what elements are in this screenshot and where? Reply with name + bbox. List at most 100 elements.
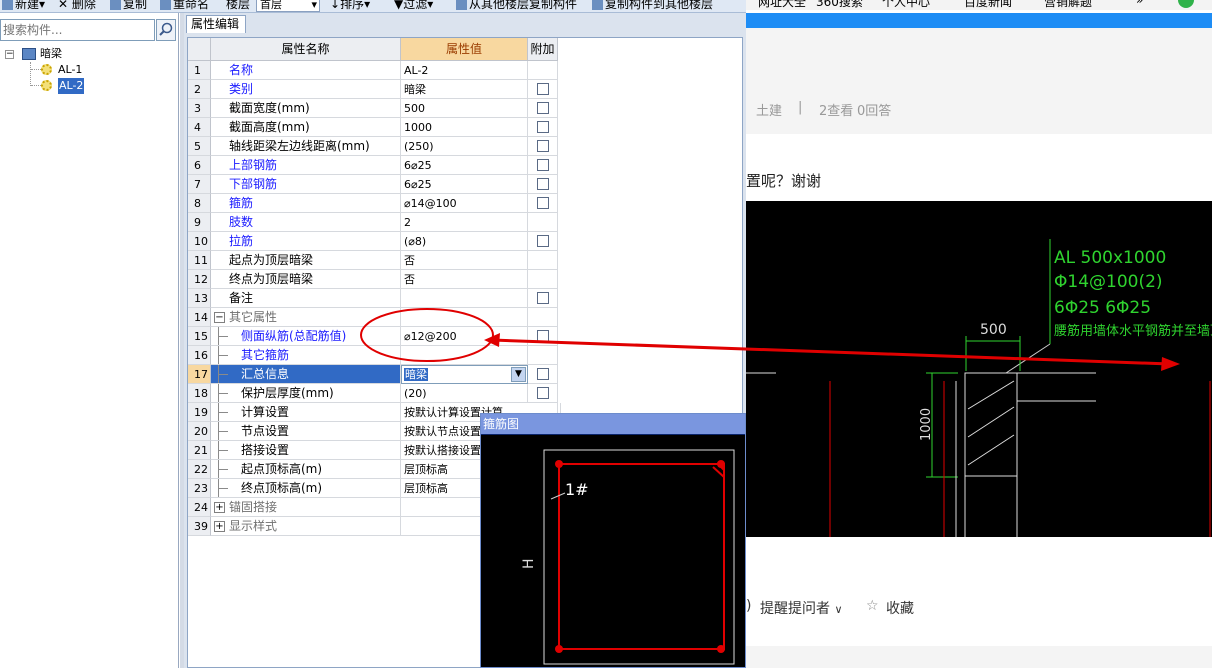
summary-select[interactable]: 暗梁 ▼ — [401, 365, 528, 384]
more-links[interactable]: » — [1136, 0, 1143, 7]
new-button[interactable]: 新建▾ — [2, 0, 45, 12]
attach-checkbox[interactable] — [537, 330, 549, 342]
property-name[interactable]: 备注 — [211, 289, 401, 308]
property-name[interactable]: 下部钢筋 — [211, 175, 401, 194]
attach-checkbox[interactable] — [537, 235, 549, 247]
delete-button[interactable]: ✕ 删除 — [58, 0, 96, 12]
attach-checkbox[interactable] — [537, 140, 549, 152]
attach-checkbox[interactable] — [537, 83, 549, 95]
collect-button[interactable]: 收藏 — [886, 598, 914, 618]
property-name[interactable]: 轴线距梁左边线距离(mm) — [211, 137, 401, 156]
table-row[interactable]: 11 起点为顶层暗梁 否 — [188, 251, 558, 270]
copy-button[interactable]: 复制 — [110, 0, 147, 12]
property-name[interactable]: 搭接设置 — [211, 441, 401, 460]
copy-to-floor-button[interactable]: 复制构件到其他楼层 — [592, 0, 713, 12]
chevron-down-icon[interactable]: ▼ — [511, 367, 526, 382]
table-row[interactable]: 2 类别 暗梁 — [188, 80, 558, 99]
property-value[interactable]: 6⌀25 — [401, 175, 528, 194]
table-row[interactable]: 14− 其它属性 — [188, 308, 558, 327]
property-name[interactable]: 侧面纵筋(总配筋值) — [211, 327, 401, 346]
collapse-toggle[interactable]: − — [5, 50, 14, 59]
property-name[interactable]: 其它箍筋 — [211, 346, 401, 365]
property-name[interactable]: 拉筋 — [211, 232, 401, 251]
search-input[interactable] — [0, 19, 155, 41]
property-name[interactable]: 汇总信息 — [211, 365, 401, 384]
table-row[interactable]: 4 截面高度(mm) 1000 — [188, 118, 558, 137]
table-row[interactable]: 10 拉筋 (⌀8) — [188, 232, 558, 251]
tree-root-label[interactable]: 暗梁 — [40, 46, 62, 62]
property-value[interactable]: ⌀12@200 — [401, 327, 528, 346]
property-name[interactable]: 名称 — [211, 61, 401, 80]
favorite-link[interactable]: 百度新闻 — [964, 0, 1012, 10]
property-value[interactable] — [401, 346, 528, 365]
property-name[interactable]: + 显示样式 — [211, 517, 401, 536]
property-value[interactable] — [401, 308, 528, 327]
table-row[interactable]: 18 保护层厚度(mm) (20) — [188, 384, 558, 403]
favorite-link[interactable]: 网址大全 — [758, 0, 806, 10]
table-row[interactable]: 6 上部钢筋 6⌀25 — [188, 156, 558, 175]
attach-checkbox[interactable] — [537, 178, 549, 190]
search-button[interactable] — [156, 19, 176, 41]
expand-icon[interactable]: + — [214, 521, 225, 532]
table-row[interactable]: 15 侧面纵筋(总配筋值) ⌀12@200 — [188, 327, 558, 346]
copy-from-floor-button[interactable]: 从其他楼层复制构件 — [456, 0, 577, 12]
sort-button[interactable]: ↓排序▾ — [330, 0, 370, 12]
table-row[interactable]: 5 轴线距梁左边线距离(mm) (250) — [188, 137, 558, 156]
tree-item-al-2[interactable]: AL-2 — [58, 78, 85, 94]
attach-checkbox[interactable] — [537, 102, 549, 114]
property-value[interactable]: 1000 — [401, 118, 528, 137]
property-name[interactable]: 节点设置 — [211, 422, 401, 441]
property-name[interactable]: 肢数 — [211, 213, 401, 232]
property-name[interactable]: − 其它属性 — [211, 308, 401, 327]
attach-checkbox[interactable] — [537, 292, 549, 304]
property-value[interactable]: 否 — [401, 251, 528, 270]
table-row[interactable]: 13 备注 — [188, 289, 558, 308]
remind-asker-button[interactable]: 提醒提问者 ∨ — [760, 598, 843, 618]
attach-checkbox[interactable] — [537, 121, 549, 133]
property-value[interactable]: (250) — [401, 137, 528, 156]
table-row[interactable]: 16 其它箍筋 — [188, 346, 558, 365]
attach-checkbox[interactable] — [537, 159, 549, 171]
property-name[interactable]: 终点顶标高(m) — [211, 479, 401, 498]
question-category[interactable]: 土建 — [756, 100, 782, 119]
property-value[interactable]: ⌀14@100 — [401, 194, 528, 213]
property-name[interactable]: 保护层厚度(mm) — [211, 384, 401, 403]
table-row[interactable]: 12 终点为顶层暗梁 否 — [188, 270, 558, 289]
cad-drawing-image[interactable]: AL 500x1000 Φ14@100(2) 6Φ25 6Φ25 腰筋用墙体水平… — [746, 201, 1212, 537]
tab-property-edit[interactable]: 属性编辑 — [186, 15, 246, 33]
table-row[interactable]: 9 肢数 2 — [188, 213, 558, 232]
table-row[interactable]: 8 箍筋 ⌀14@100 — [188, 194, 558, 213]
extension-icon[interactable] — [1178, 0, 1194, 8]
table-row[interactable]: 3 截面宽度(mm) 500 — [188, 99, 558, 118]
tree-item-al-1[interactable]: AL-1 — [58, 62, 82, 78]
property-name[interactable]: 截面高度(mm) — [211, 118, 401, 137]
collapse-icon[interactable]: − — [214, 312, 225, 323]
property-name[interactable]: + 锚固搭接 — [211, 498, 401, 517]
property-name[interactable]: 终点为顶层暗梁 — [211, 270, 401, 289]
property-value[interactable]: 2 — [401, 213, 528, 232]
property-value[interactable]: (20) — [401, 384, 528, 403]
property-value[interactable]: 500 — [401, 99, 528, 118]
property-name[interactable]: 截面宽度(mm) — [211, 99, 401, 118]
rename-button[interactable]: 重命名 — [160, 0, 209, 12]
property-value[interactable]: 否 — [401, 270, 528, 289]
table-row[interactable]: 1 名称 AL-2 — [188, 61, 558, 80]
favorite-link[interactable]: 个人中心 — [882, 0, 930, 10]
attach-checkbox[interactable] — [537, 387, 549, 399]
property-value[interactable]: 暗梁 — [401, 80, 528, 99]
property-name[interactable]: 上部钢筋 — [211, 156, 401, 175]
property-name[interactable]: 起点为顶层暗梁 — [211, 251, 401, 270]
table-row[interactable]: 7 下部钢筋 6⌀25 — [188, 175, 558, 194]
attach-checkbox[interactable] — [537, 368, 549, 380]
property-name[interactable]: 类别 — [211, 80, 401, 99]
property-value[interactable]: 6⌀25 — [401, 156, 528, 175]
favorite-link[interactable]: 360搜索 — [816, 0, 863, 10]
table-row[interactable]: 17 汇总信息 暗梁 ▼ — [188, 365, 558, 384]
property-name[interactable]: 计算设置 — [211, 403, 401, 422]
property-value[interactable]: AL-2 — [401, 61, 528, 80]
favorite-link[interactable]: 营销解题 — [1044, 0, 1092, 10]
filter-button[interactable]: ▼过滤▾ — [394, 0, 433, 12]
attach-checkbox[interactable] — [537, 197, 549, 209]
property-value[interactable]: (⌀8) — [401, 232, 528, 251]
property-value[interactable] — [401, 289, 528, 308]
